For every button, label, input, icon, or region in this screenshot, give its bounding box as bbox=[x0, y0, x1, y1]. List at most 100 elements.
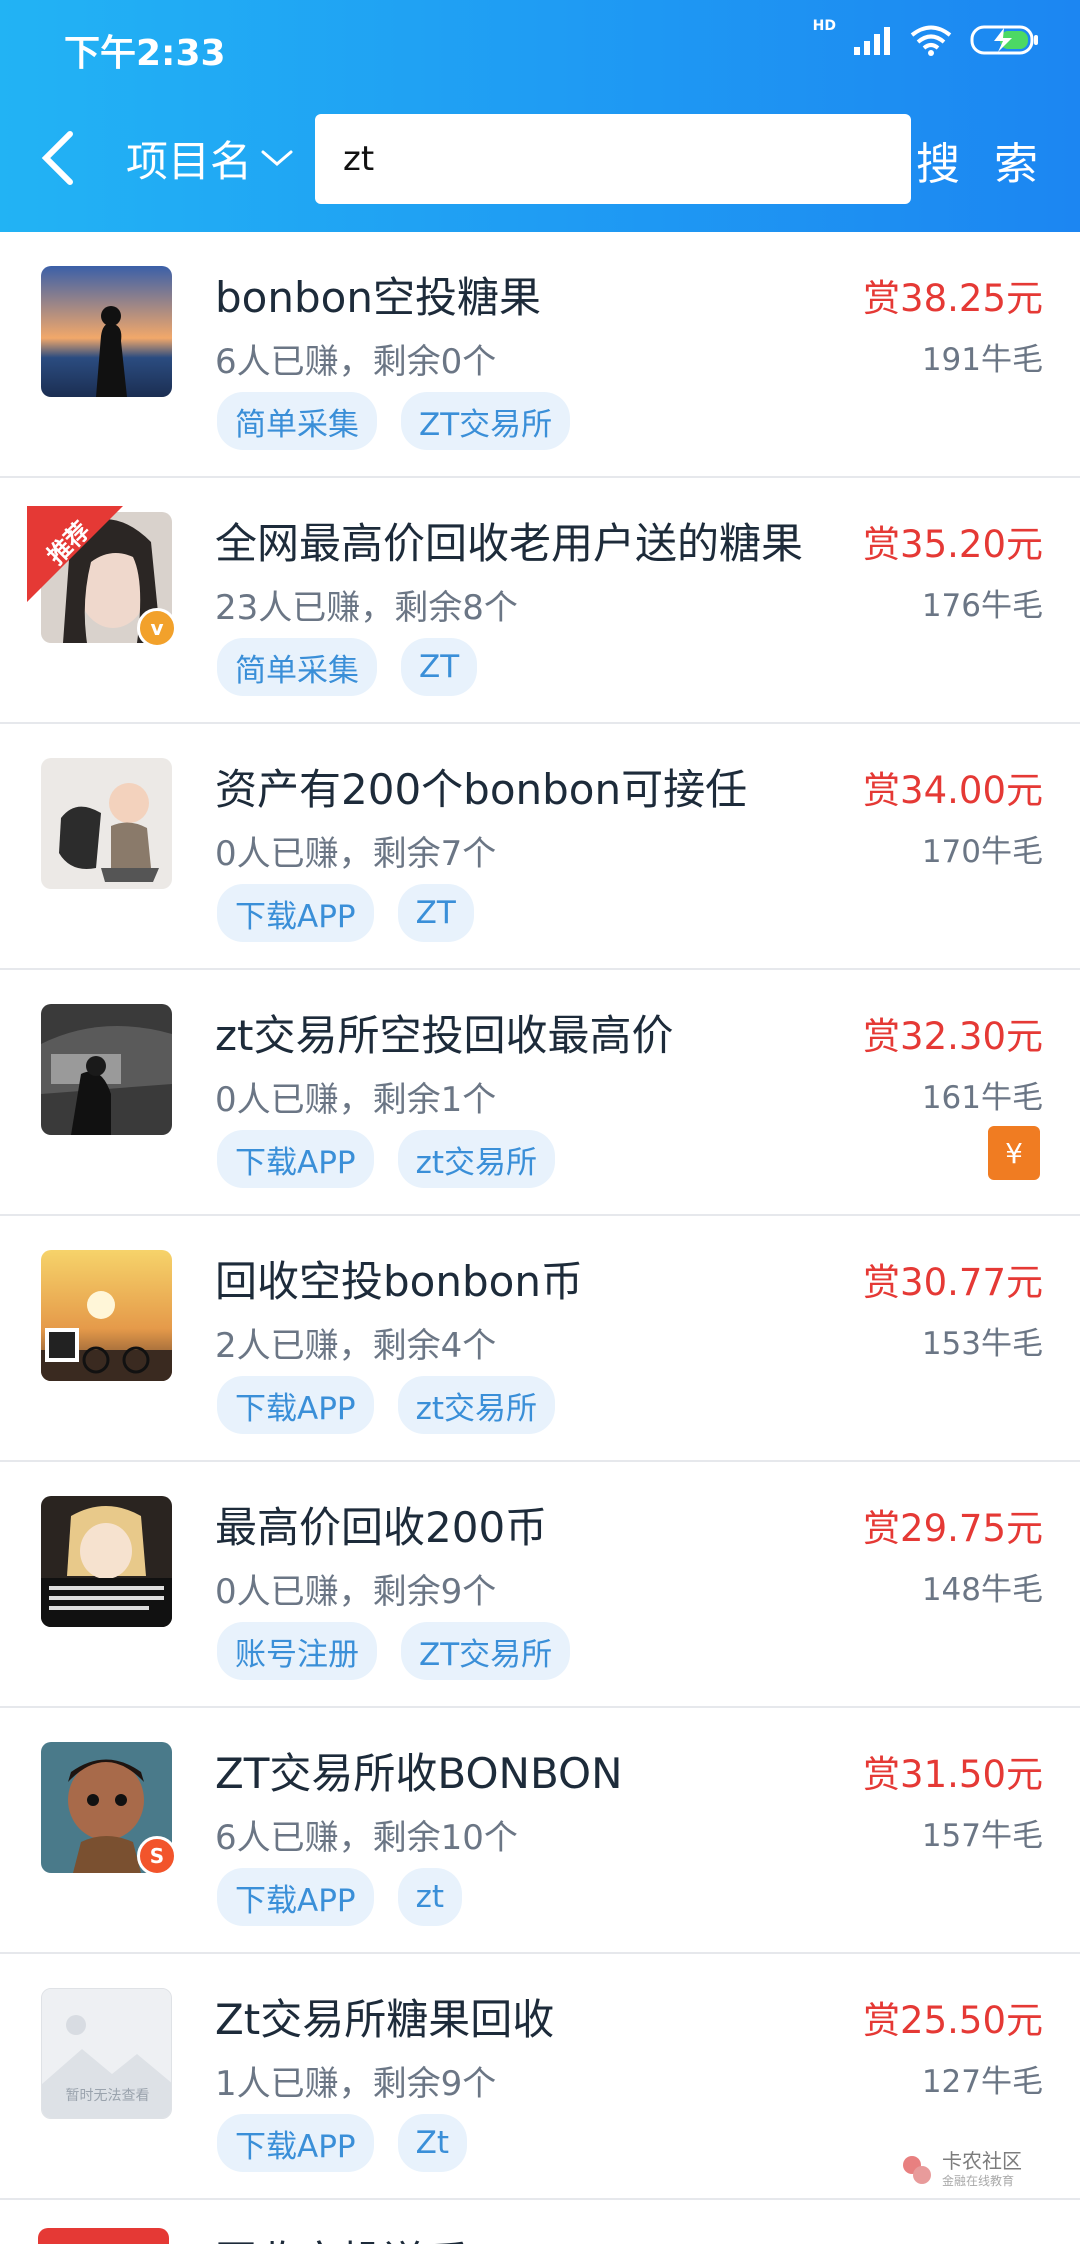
item-tags: 简单采集 ZT交易所 bbox=[217, 392, 571, 450]
item-reward: 赏35.20元 bbox=[863, 523, 1043, 566]
monochrome-car-image bbox=[41, 1004, 172, 1135]
item-points: 170牛毛 bbox=[921, 834, 1043, 870]
watermark-title: 卡农社区 bbox=[942, 2149, 1022, 2173]
item-tag: 账号注册 bbox=[217, 1622, 377, 1680]
item-points: 157牛毛 bbox=[921, 1818, 1043, 1854]
s-badge-icon: S bbox=[137, 1836, 177, 1876]
item-thumbnail bbox=[41, 758, 172, 889]
child-photo-image bbox=[41, 758, 172, 889]
list-item[interactable]: 最高价回收200币 0人已赚，剩余9个 账号注册 ZT交易所 赏29.75元 1… bbox=[0, 1462, 1080, 1708]
item-tags: 下载APP ZT bbox=[217, 884, 474, 942]
app-header: 下午2:33 HD 项目名 zt 搜 索 bbox=[0, 0, 1080, 232]
watermark: 卡农社区 金融在线教育 bbox=[900, 2150, 1022, 2189]
s-badge-label: S bbox=[149, 1844, 165, 1868]
wifi-icon bbox=[910, 25, 952, 56]
status-icons: HD bbox=[813, 18, 1040, 56]
placeholder-label: 暂时无法查看 bbox=[65, 2088, 150, 2104]
search-field-filter[interactable]: 项目名 bbox=[126, 130, 294, 186]
item-points: 127牛毛 bbox=[921, 2064, 1043, 2100]
item-points: 153牛毛 bbox=[921, 1326, 1043, 1362]
item-thumbnail: 暂时无法查看 bbox=[41, 1988, 172, 2119]
signal-icon bbox=[854, 27, 890, 55]
item-tags: 下载APP zt bbox=[217, 1868, 463, 1926]
item-thumbnail bbox=[41, 1496, 172, 1627]
item-tags: 简单采集 ZT bbox=[217, 638, 478, 696]
back-button[interactable] bbox=[28, 126, 88, 190]
item-tag: ZT bbox=[401, 638, 478, 696]
item-tag: 简单采集 bbox=[217, 392, 377, 450]
list-item[interactable]: 资产有200个bonbon可接任 0人已赚，剩余7个 下载APP ZT 赏34.… bbox=[0, 724, 1080, 970]
item-tag: zt交易所 bbox=[397, 1376, 556, 1434]
status-time: 下午2:33 bbox=[64, 33, 226, 74]
search-button[interactable]: 搜 索 bbox=[916, 128, 1048, 192]
item-thumbnail: S bbox=[41, 1742, 177, 1876]
list-item[interactable]: zt交易所空投回收最高价 0人已赚，剩余1个 下载APP zt交易所 赏32.3… bbox=[0, 970, 1080, 1216]
item-thumbnail bbox=[41, 1004, 172, 1135]
red-packet-icon[interactable]: ¥ bbox=[988, 1126, 1040, 1180]
item-title: 资产有200个bonbon可接任 bbox=[215, 765, 748, 814]
item-tag: ZT bbox=[397, 884, 474, 942]
item-thumbnail bbox=[41, 1250, 172, 1381]
partial-thumbnail bbox=[38, 2228, 169, 2244]
item-tag: 简单采集 bbox=[217, 638, 377, 696]
list-item[interactable]: bonbon空投糖果 6人已赚，剩余0个 简单采集 ZT交易所 赏38.25元 … bbox=[0, 232, 1080, 478]
item-points: 161牛毛 bbox=[921, 1080, 1043, 1116]
red-packet-label: ¥ bbox=[1005, 1136, 1023, 1170]
item-tag: 下载APP bbox=[217, 884, 374, 942]
network-hd-label: HD bbox=[812, 18, 836, 34]
item-tag: 下载APP bbox=[217, 1376, 374, 1434]
item-meta: 0人已赚，剩余1个 bbox=[215, 1080, 497, 1120]
list-item[interactable]: 推荐 v 全网最高价回收老用户送的糖果 23人已赚，剩余8个 简单采集 ZT 赏… bbox=[0, 478, 1080, 724]
item-reward: 赏38.25元 bbox=[863, 277, 1043, 320]
search-box[interactable] bbox=[315, 114, 911, 204]
vip-badge-label: v bbox=[150, 616, 164, 640]
item-reward: 赏25.50元 bbox=[863, 1999, 1043, 2042]
chevron-left-icon bbox=[41, 131, 73, 185]
filter-label: 项目名 bbox=[126, 136, 253, 186]
list-item-partial[interactable]: 回收空投送币 bbox=[0, 2200, 1080, 2244]
item-meta: 6人已赚，剩余10个 bbox=[215, 1818, 518, 1858]
item-points: 148牛毛 bbox=[921, 1572, 1043, 1608]
item-tag: zt交易所 bbox=[397, 1130, 556, 1188]
status-bar: 下午2:33 HD bbox=[0, 0, 1080, 90]
item-meta: 2人已赚，剩余4个 bbox=[215, 1326, 497, 1366]
anime-character-image bbox=[41, 1496, 172, 1627]
item-tag: 下载APP bbox=[217, 2114, 374, 2172]
item-title: 全网最高价回收老用户送的糖果 bbox=[215, 519, 804, 568]
task-list: bonbon空投糖果 6人已赚，剩余0个 简单采集 ZT交易所 赏38.25元 … bbox=[0, 232, 1080, 2200]
item-reward: 赏32.30元 bbox=[863, 1015, 1043, 1058]
chevron-down-icon bbox=[261, 150, 293, 166]
watermark-subtitle: 金融在线教育 bbox=[942, 2174, 1015, 2188]
item-thumbnail: 推荐 v bbox=[27, 506, 177, 648]
item-title: 回收空投bonbon币 bbox=[215, 1257, 583, 1306]
item-tag: ZT交易所 bbox=[401, 1622, 571, 1680]
item-thumbnail bbox=[41, 266, 172, 397]
list-item[interactable]: 回收空投bonbon币 2人已赚，剩余4个 下载APP zt交易所 赏30.77… bbox=[0, 1216, 1080, 1462]
vip-badge-icon: v bbox=[137, 608, 177, 648]
watermark-logo-icon bbox=[903, 2155, 931, 2184]
item-reward: 赏29.75元 bbox=[863, 1507, 1043, 1550]
item-tag: 下载APP bbox=[217, 1130, 374, 1188]
sunset-bike-image bbox=[41, 1250, 172, 1381]
item-reward: 赏31.50元 bbox=[863, 1753, 1043, 1796]
item-meta: 23人已赚，剩余8个 bbox=[215, 588, 518, 628]
item-points: 176牛毛 bbox=[921, 588, 1043, 624]
item-reward: 赏34.00元 bbox=[863, 769, 1043, 812]
item-tags: 账号注册 ZT交易所 bbox=[217, 1622, 571, 1680]
item-title: Zt交易所糖果回收 bbox=[215, 1995, 555, 2044]
item-tags: 下载APP Zt bbox=[217, 2114, 468, 2172]
item-tag: ZT交易所 bbox=[401, 392, 571, 450]
item-reward: 赏30.77元 bbox=[863, 1261, 1043, 1304]
item-tags: 下载APP zt交易所 bbox=[217, 1130, 556, 1188]
sunset-person-image bbox=[41, 266, 172, 397]
item-title: bonbon空投糖果 bbox=[215, 273, 541, 322]
item-meta: 0人已赚，剩余9个 bbox=[215, 1572, 497, 1612]
item-title: ZT交易所收BONBON bbox=[215, 1749, 623, 1798]
item-tag: Zt bbox=[397, 2114, 468, 2172]
search-input[interactable] bbox=[343, 139, 911, 179]
item-points: 191牛毛 bbox=[921, 342, 1043, 378]
list-item[interactable]: S ZT交易所收BONBON 6人已赚，剩余10个 下载APP zt 赏31.5… bbox=[0, 1708, 1080, 1954]
item-title: zt交易所空投回收最高价 bbox=[215, 1011, 674, 1060]
item-tag: 下载APP bbox=[217, 1868, 374, 1926]
item-title: 回收空投送币 bbox=[215, 2228, 467, 2244]
